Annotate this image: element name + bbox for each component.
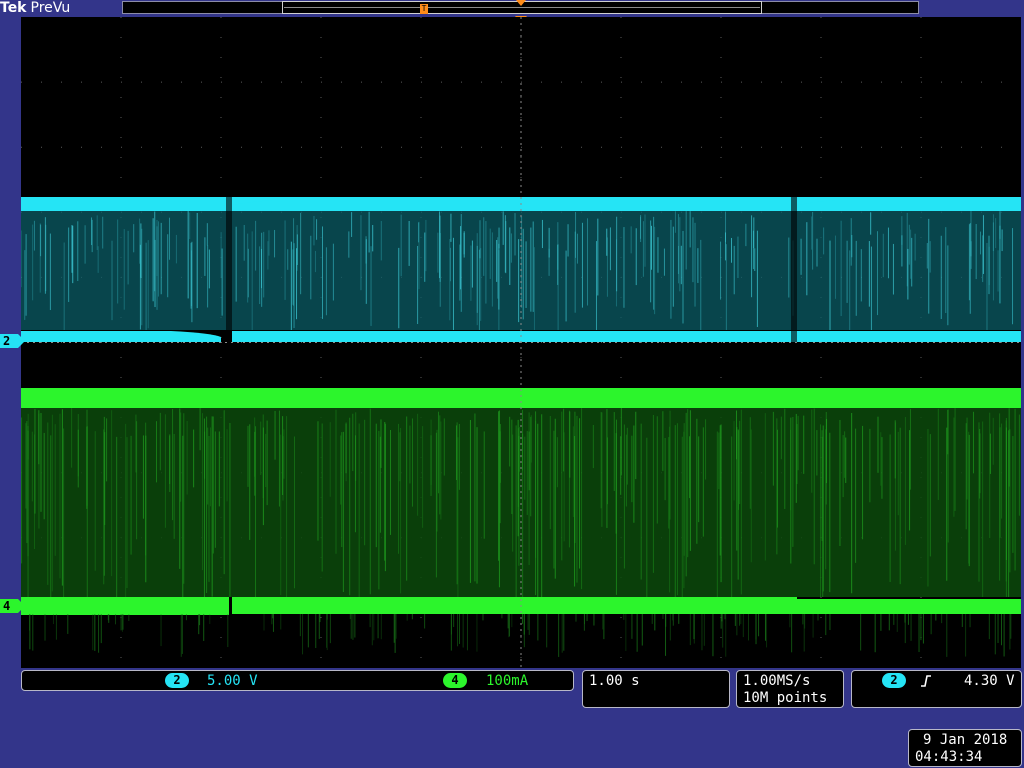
ch2-ground-marker[interactable]: 2 bbox=[0, 334, 25, 348]
trigger-source-badge[interactable]: 2 bbox=[882, 673, 906, 688]
ch4-badge[interactable]: 4 bbox=[443, 673, 467, 688]
brand-logo: Tek bbox=[0, 0, 27, 16]
waveform-svg bbox=[21, 17, 1021, 668]
horizontal-settings-panel[interactable]: 1.00 s bbox=[582, 670, 730, 708]
record-position-marker bbox=[516, 0, 526, 6]
waveform-display[interactable] bbox=[21, 17, 1021, 668]
record-window-line bbox=[284, 7, 760, 8]
brand: Tek PreVu bbox=[0, 0, 70, 16]
rising-edge-icon bbox=[921, 675, 931, 687]
vertical-settings-panel[interactable]: 2 5.00 V 4 100mA bbox=[21, 670, 574, 691]
ch4-ground-marker[interactable]: 4 bbox=[0, 599, 25, 613]
acquisition-mode: PreVu bbox=[30, 0, 71, 16]
date: 9 Jan 2018 bbox=[923, 732, 1008, 748]
sample-rate: 1.00MS/s bbox=[743, 673, 811, 689]
datetime-panel: 9 Jan 2018 04:43:34 bbox=[908, 729, 1022, 767]
time: 04:43:34 bbox=[915, 749, 983, 765]
record-trigger-marker: T bbox=[420, 4, 428, 14]
ch4-scale[interactable]: 100mA bbox=[486, 673, 528, 689]
ch2-badge[interactable]: 2 bbox=[165, 673, 189, 688]
trigger-level[interactable]: 4.30 V bbox=[964, 673, 1015, 689]
top-bar: Tek PreVu T bbox=[0, 0, 1024, 16]
record-length: 10M points bbox=[743, 690, 828, 706]
trigger-panel[interactable]: 2 4.30 V bbox=[851, 670, 1022, 708]
timebase-scale[interactable]: 1.00 s bbox=[589, 673, 640, 689]
ch2-scale[interactable]: 5.00 V bbox=[207, 673, 258, 689]
acquisition-panel[interactable]: 1.00MS/s 10M points bbox=[736, 670, 844, 708]
